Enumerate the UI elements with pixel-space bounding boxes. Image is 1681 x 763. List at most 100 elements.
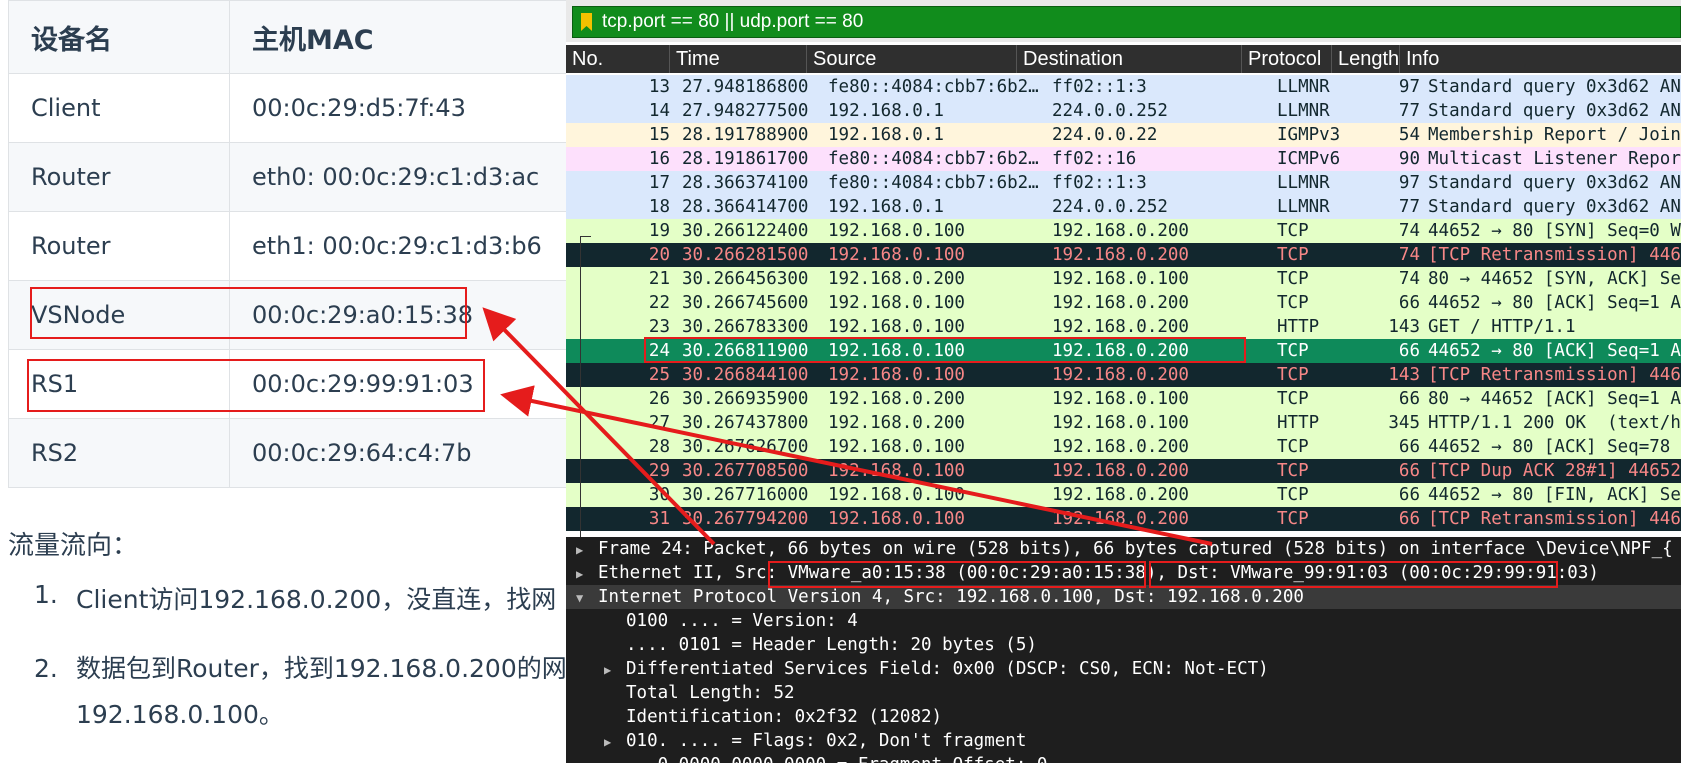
packet-time: 27.948186800: [682, 77, 809, 97]
packet-row[interactable]: 27 30.267437800 192.168.0.200 192.168.0.100…: [566, 411, 1681, 435]
detail-tree-item[interactable]: ▶ Differentiated Services Field: 0x00 (DS…: [566, 657, 1681, 681]
packet-row[interactable]: 26 30.266935900 192.168.0.200 192.168.0.100…: [566, 387, 1681, 411]
packet-length: 345: [1388, 413, 1420, 433]
list-item: 1. Client访问192.168.0.200，没直连，找网: [0, 580, 566, 646]
packet-protocol: TCP: [1277, 221, 1309, 241]
packet-destination: 192.168.0.200: [1052, 221, 1189, 241]
packet-row[interactable]: 14 27.948277500 192.168.0.1 224.0.0.252 LLMN…: [566, 99, 1681, 123]
packet-row[interactable]: 30 30.267716000 192.168.0.100 192.168.0.200…: [566, 483, 1681, 507]
packet-protocol: TCP: [1277, 485, 1309, 505]
packet-protocol: TCP: [1277, 269, 1309, 289]
packet-time: 30.267626700: [682, 437, 809, 457]
packet-length: 66: [1398, 461, 1420, 481]
packet-source: 192.168.0.100: [828, 509, 965, 529]
packet-list[interactable]: 13 27.948186800 fe80::4084:cbb7:6b2… ff02::…: [566, 75, 1681, 531]
detail-text: Total Length: 52: [626, 683, 795, 703]
packet-info: GET / HTTP/1.1: [1428, 317, 1576, 337]
packet-length: 74: [1398, 269, 1420, 289]
packet-info: 80 → 44652 [ACK] Seq=1 Ac: [1428, 389, 1681, 409]
expanded-triangle-icon[interactable]: ▼: [576, 586, 590, 610]
list-number: 1.: [34, 580, 58, 609]
detail-text: .... 0101 = Header Length: 20 bytes (5): [626, 635, 1037, 655]
packet-number: 18: [648, 197, 670, 217]
packet-info: 44652 → 80 [ACK] Seq=1 Ac: [1428, 293, 1681, 313]
packet-length: 97: [1398, 77, 1420, 97]
collapsed-triangle-icon[interactable]: ▶: [576, 562, 590, 586]
packet-time: 30.266745600: [682, 293, 809, 313]
packet-destination: 192.168.0.100: [1052, 413, 1189, 433]
packet-row[interactable]: 31 30.267794200 192.168.0.100 192.168.0.200…: [566, 507, 1681, 531]
packet-length: 66: [1398, 389, 1420, 409]
device-mac: 00:0c:29:64:c4:7b: [229, 418, 566, 488]
packet-row[interactable]: 25 30.266844100 192.168.0.100 192.168.0.200…: [566, 363, 1681, 387]
detail-text: Internet Protocol Version 4, Src: 192.16…: [598, 587, 1304, 607]
detail-text: ...0 0000 0000 0000 = Fragment Offset: 0: [626, 755, 1047, 763]
packet-row[interactable]: 16 28.191861700 fe80::4084:cbb7:6b2… ff02::…: [566, 147, 1681, 171]
packet-row[interactable]: 17 28.366374100 fe80::4084:cbb7:6b2… ff02::…: [566, 171, 1681, 195]
packet-row[interactable]: 19 30.266122400 192.168.0.100 192.168.0.200…: [566, 219, 1681, 243]
packet-source: 192.168.0.100: [828, 485, 965, 505]
column-header-time[interactable]: Time: [670, 45, 807, 73]
packet-protocol: LLMNR: [1277, 77, 1330, 97]
table-row: RS2 00:0c:29:64:c4:7b: [8, 418, 566, 488]
detail-text: 0100 .... = Version: 4: [626, 611, 858, 631]
device-mac: eth1: 00:0c:29:c1:d3:b6: [229, 211, 566, 281]
column-header-length[interactable]: Length: [1332, 45, 1400, 73]
detail-tree-item[interactable]: ▼ Internet Protocol Version 4, Src: 192.1…: [566, 585, 1681, 609]
table-row: Router eth1: 00:0c:29:c1:d3:b6: [8, 211, 566, 281]
packet-destination: 224.0.0.22: [1052, 125, 1158, 145]
display-filter-input[interactable]: tcp.port == 80 || udp.port == 80: [572, 6, 1681, 38]
packet-destination: 224.0.0.252: [1052, 197, 1168, 217]
packet-row[interactable]: 23 30.266783300 192.168.0.100 192.168.0.200…: [566, 315, 1681, 339]
collapsed-triangle-icon[interactable]: ▶: [604, 730, 618, 754]
packet-number: 13: [648, 77, 670, 97]
packet-row[interactable]: 20 30.266281500 192.168.0.100 192.168.0.200…: [566, 243, 1681, 267]
packet-row[interactable]: 29 30.267708500 192.168.0.100 192.168.0.200…: [566, 459, 1681, 483]
packet-destination: ff02::1:3: [1052, 77, 1147, 97]
column-header-info[interactable]: Info: [1400, 45, 1681, 73]
packet-row[interactable]: 18 28.366414700 192.168.0.1 224.0.0.252 LLMN…: [566, 195, 1681, 219]
column-header-destination[interactable]: Destination: [1017, 45, 1242, 73]
detail-tree-item[interactable]: ▶ 010. .... = Flags: 0x2, Don't fragment: [566, 729, 1681, 753]
packet-destination: 192.168.0.200: [1052, 437, 1189, 457]
packet-source: fe80::4084:cbb7:6b2…: [828, 77, 1039, 97]
packet-destination: 192.168.0.200: [1052, 509, 1189, 529]
packet-length: 54: [1398, 125, 1420, 145]
packet-length: 66: [1398, 509, 1420, 529]
packet-info: Standard query 0x3d62 ANY: [1428, 77, 1681, 97]
detail-tree-item[interactable]: ▶ Frame 24: Packet, 66 bytes on wire (528…: [566, 537, 1681, 561]
column-header-protocol[interactable]: Protocol: [1242, 45, 1332, 73]
packet-destination: ff02::16: [1052, 149, 1137, 169]
detail-tree-item[interactable]: Total Length: 52: [566, 681, 1681, 705]
detail-text: Differentiated Services Field: 0x00 (DSC…: [626, 659, 1269, 679]
packet-list-header: No. Time Source Destination Protocol Len…: [566, 45, 1681, 73]
device-mac: eth0: 00:0c:29:c1:d3:ac: [229, 142, 566, 212]
packet-row[interactable]: 22 30.266745600 192.168.0.100 192.168.0.200…: [566, 291, 1681, 315]
packet-row[interactable]: 28 30.267626700 192.168.0.100 192.168.0.200…: [566, 435, 1681, 459]
packet-length: 97: [1398, 173, 1420, 193]
packet-length: 66: [1398, 437, 1420, 457]
packet-protocol: TCP: [1277, 509, 1309, 529]
detail-tree-item[interactable]: Identification: 0x2f32 (12082): [566, 705, 1681, 729]
packet-protocol: IGMPv3: [1277, 125, 1341, 145]
display-filter-text: tcp.port == 80 || udp.port == 80: [602, 11, 864, 32]
dst-mac-highlight-box: [1149, 561, 1558, 588]
packet-row[interactable]: 13 27.948186800 fe80::4084:cbb7:6b2… ff02::…: [566, 75, 1681, 99]
column-header-no[interactable]: No.: [566, 45, 670, 73]
list-number: 2.: [34, 654, 58, 683]
list-text-continued: 192.168.0.100。: [76, 700, 284, 729]
packet-length: 77: [1398, 101, 1420, 121]
column-header-source[interactable]: Source: [807, 45, 1017, 73]
detail-tree-item[interactable]: .... 0101 = Header Length: 20 bytes (5): [566, 633, 1681, 657]
collapsed-triangle-icon[interactable]: ▶: [576, 538, 590, 562]
packet-row[interactable]: 15 28.191788900 192.168.0.1 224.0.0.22 IGMPv…: [566, 123, 1681, 147]
packet-row[interactable]: 21 30.266456300 192.168.0.200 192.168.0.100…: [566, 267, 1681, 291]
packet-destination: 192.168.0.100: [1052, 269, 1189, 289]
collapsed-triangle-icon[interactable]: ▶: [604, 658, 618, 682]
detail-tree-item[interactable]: 0100 .... = Version: 4: [566, 609, 1681, 633]
bookmark-icon[interactable]: [581, 13, 592, 31]
packet-info: 44652 → 80 [ACK] Seq=1 Ac: [1428, 341, 1681, 361]
packet-length: 143: [1388, 317, 1420, 337]
packet-protocol: TCP: [1277, 437, 1309, 457]
detail-tree-item[interactable]: ...0 0000 0000 0000 = Fragment Offset: 0: [566, 753, 1681, 763]
